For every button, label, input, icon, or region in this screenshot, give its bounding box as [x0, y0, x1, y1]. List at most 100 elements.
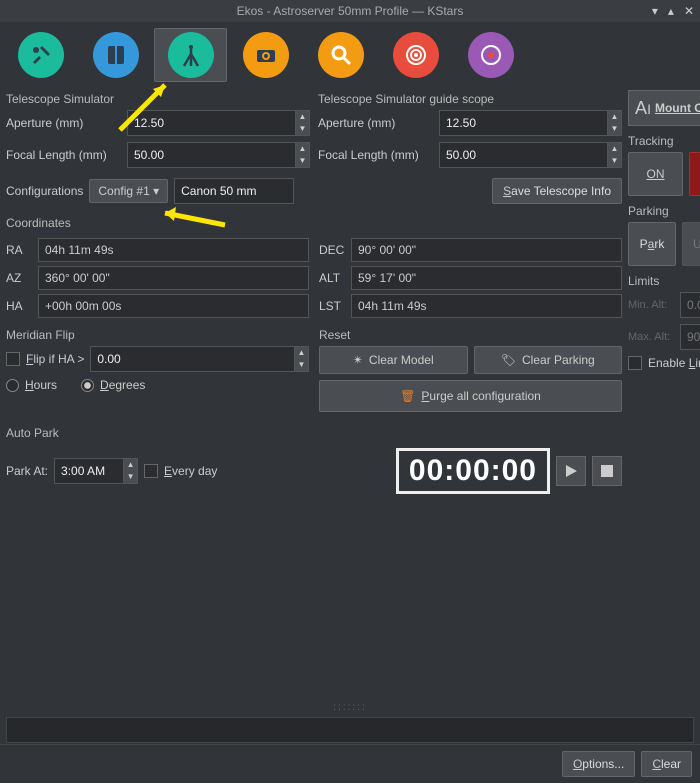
dec-label: DEC — [319, 243, 347, 257]
close-icon[interactable]: ✕ — [684, 4, 694, 18]
drag-handle[interactable]: ::::::: — [333, 702, 366, 713]
clear-parking-button[interactable]: 🏷Clear Parking — [474, 346, 623, 374]
autopark-title: Auto Park — [6, 424, 622, 444]
park-button[interactable]: Park — [628, 222, 676, 266]
cursor-icon: AI — [635, 98, 651, 119]
spinner-buttons[interactable]: ▲▼ — [608, 142, 622, 168]
ra-value: 04h 11m 49s — [38, 238, 309, 262]
scope1-focal-input[interactable] — [127, 142, 296, 168]
degrees-radio[interactable] — [81, 379, 94, 392]
config-dropdown[interactable]: Config #1 ▾ — [89, 179, 168, 203]
camera-icon — [253, 42, 279, 68]
unpark-button[interactable]: UnPark — [682, 222, 700, 266]
lst-label: LST — [319, 299, 347, 313]
tab-guide[interactable] — [454, 28, 527, 82]
module-toolbar — [0, 22, 700, 88]
ha-label: HA — [6, 299, 34, 313]
limits-title: Limits — [628, 272, 700, 292]
spinner-buttons[interactable]: ▲▼ — [608, 110, 622, 136]
chevron-down-icon: ▾ — [153, 184, 159, 198]
alt-value: 59° 17' 00" — [351, 266, 622, 290]
enable-limits-checkbox[interactable] — [628, 356, 642, 370]
scope2-focal-input[interactable] — [439, 142, 608, 168]
play-icon — [563, 463, 579, 479]
focal-label: Focal Length (mm) — [318, 148, 433, 162]
options-button[interactable]: Options... — [562, 751, 635, 777]
reset-title: Reset — [319, 326, 622, 346]
spinner-buttons[interactable]: ▲▼ — [296, 142, 310, 168]
focal-label: Focal Length (mm) — [6, 148, 121, 162]
parking-title: Parking — [628, 202, 700, 222]
park-at-input[interactable] — [54, 458, 124, 484]
mount-control-label: Mount Control — [655, 101, 700, 115]
tag-icon: 🏷 — [501, 353, 516, 367]
max-alt-input[interactable] — [680, 324, 700, 350]
log-area[interactable] — [6, 717, 694, 743]
book-icon — [103, 42, 129, 68]
wrench-screwdriver-icon — [28, 42, 54, 68]
max-alt-label: Max. Alt: — [628, 331, 676, 343]
park-at-label: Park At: — [6, 464, 48, 478]
countdown-timer: 00:00:00 — [396, 448, 550, 494]
purge-button[interactable]: 🗑 Purge all configuration — [319, 380, 622, 412]
scope2-aperture-input[interactable] — [439, 110, 608, 136]
clear-button[interactable]: Clear — [641, 751, 692, 777]
minimize-icon[interactable]: ▾ — [652, 4, 658, 18]
tab-mount[interactable] — [154, 28, 227, 82]
tracking-on-button[interactable]: ON — [628, 152, 683, 196]
stop-button[interactable] — [592, 456, 622, 486]
scope2-title: Telescope Simulator guide scope — [318, 90, 622, 110]
az-value: 360° 00' 00" — [38, 266, 309, 290]
clear-model-button[interactable]: ✴Clear Model — [319, 346, 468, 374]
degrees-label: Degrees — [100, 378, 145, 392]
config-name-input[interactable] — [174, 178, 294, 204]
every-day-label: Every day — [164, 464, 217, 478]
tracking-off-button[interactable]: OFF — [689, 152, 700, 196]
spinner-buttons[interactable]: ▲▼ — [295, 346, 309, 372]
config-label: Configurations — [6, 184, 83, 198]
flip-label: Flip if HA > — [26, 352, 84, 366]
spinner-buttons[interactable]: ▲▼ — [124, 458, 138, 484]
every-day-checkbox[interactable] — [144, 464, 158, 478]
title-bar: Ekos - Astroserver 50mm Profile — KStars… — [0, 0, 700, 22]
window-title: Ekos - Astroserver 50mm Profile — KStars — [237, 4, 464, 18]
ha-value: +00h 00m 00s — [38, 294, 309, 318]
hours-label: Hours — [25, 378, 57, 392]
trash-icon: 🗑 — [400, 389, 415, 403]
tab-focus[interactable] — [304, 28, 377, 82]
enable-limits-label: Enable Limits — [648, 356, 700, 370]
aperture-label: Aperture (mm) — [318, 116, 433, 130]
maximize-icon[interactable]: ▴ — [668, 4, 674, 18]
min-alt-input[interactable] — [680, 292, 700, 318]
save-telescope-button[interactable]: SSave Telescope Infoave Telescope Info — [492, 178, 622, 204]
ra-label: RA — [6, 243, 34, 257]
purge-label: Purge all configuration — [421, 389, 540, 403]
min-alt-label: Min. Alt: — [628, 299, 676, 311]
meridian-title: Meridian Flip — [6, 326, 309, 346]
target-icon — [403, 42, 429, 68]
hours-radio[interactable] — [6, 379, 19, 392]
lst-value: 04h 11m 49s — [351, 294, 622, 318]
dec-value: 90° 00' 00" — [351, 238, 622, 262]
flip-value-input[interactable] — [90, 346, 295, 372]
broom-icon: ✴ — [353, 353, 363, 367]
scope1-title: Telescope Simulator — [6, 90, 310, 110]
flip-checkbox[interactable] — [6, 352, 20, 366]
tab-setup[interactable] — [4, 28, 77, 82]
tab-scheduler[interactable] — [79, 28, 152, 82]
magnifier-icon — [328, 42, 354, 68]
spinner-buttons[interactable]: ▲▼ — [296, 110, 310, 136]
az-label: AZ — [6, 271, 34, 285]
alt-label: ALT — [319, 271, 347, 285]
tab-align[interactable] — [379, 28, 452, 82]
coords-title: Coordinates — [6, 214, 622, 234]
mount-control-button[interactable]: AI Mount Control — [628, 90, 700, 126]
aperture-label: Aperture (mm) — [6, 116, 121, 130]
scope1-aperture-input[interactable] — [127, 110, 296, 136]
tracking-title: Tracking — [628, 132, 700, 152]
play-button[interactable] — [556, 456, 586, 486]
compass-icon — [478, 42, 504, 68]
tripod-icon — [178, 42, 204, 68]
stop-icon — [600, 464, 614, 478]
tab-capture[interactable] — [229, 28, 302, 82]
